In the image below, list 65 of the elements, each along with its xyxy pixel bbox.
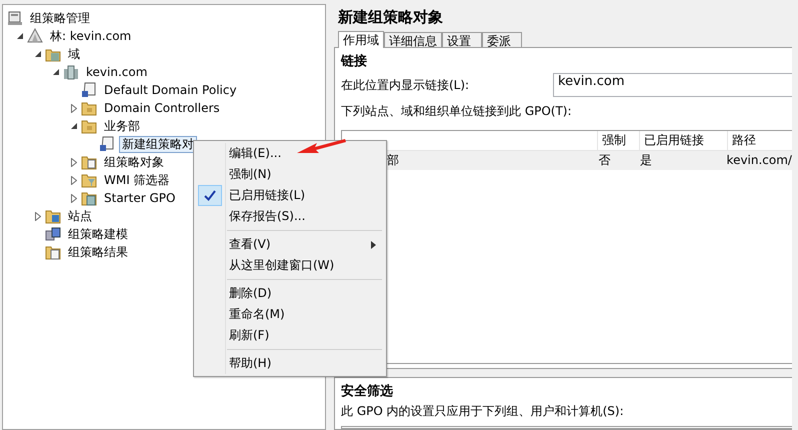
tree-item[interactable]: 组策略建模 bbox=[65, 226, 131, 242]
folder-icon bbox=[81, 172, 97, 188]
scroll-icon bbox=[81, 82, 97, 98]
tree-item[interactable]: kevin.com bbox=[83, 64, 150, 80]
tree-item[interactable]: 组策略对象 bbox=[101, 154, 167, 170]
expand-icon[interactable] bbox=[71, 194, 77, 202]
server-icon bbox=[63, 64, 79, 80]
tree-item[interactable]: 域 bbox=[65, 46, 83, 62]
menu-item[interactable]: 帮助(H) bbox=[196, 353, 384, 374]
menu-item[interactable]: 编辑(E)... bbox=[196, 143, 384, 164]
tree-item[interactable]: 业务部 bbox=[101, 118, 143, 134]
column-header[interactable]: 已启用链接 bbox=[640, 131, 728, 150]
console-icon bbox=[7, 10, 23, 26]
collapse-icon[interactable] bbox=[70, 122, 78, 130]
tree-item[interactable]: 林: kevin.com bbox=[47, 28, 134, 44]
collapse-icon[interactable] bbox=[52, 68, 60, 76]
table-cell-text: kevin.com/ bbox=[726, 152, 792, 169]
tree-item[interactable]: 新建组策略对 bbox=[119, 136, 197, 152]
triangle-icon bbox=[27, 28, 43, 44]
tab[interactable]: 作用域 bbox=[338, 31, 384, 48]
expand-icon[interactable] bbox=[35, 212, 41, 220]
menu-item[interactable]: 删除(D) bbox=[196, 283, 384, 304]
tree-item[interactable]: Starter GPO bbox=[101, 190, 178, 206]
table-cell-text: 部 bbox=[386, 152, 400, 169]
menu-item[interactable]: 已启用链接(L) bbox=[196, 185, 384, 206]
computer-icon bbox=[45, 226, 61, 242]
menu-item[interactable]: 重命名(M) bbox=[196, 304, 384, 325]
menu-item[interactable]: 保存报告(S)... bbox=[196, 206, 384, 227]
collapse-icon[interactable] bbox=[16, 32, 24, 40]
collapse-icon[interactable] bbox=[34, 50, 42, 58]
tree-item[interactable]: 站点 bbox=[65, 208, 95, 224]
tree-item[interactable]: Domain Controllers bbox=[101, 100, 223, 116]
expand-icon[interactable] bbox=[71, 176, 77, 184]
menu-item[interactable]: 强制(N) bbox=[196, 164, 384, 185]
expand-icon[interactable] bbox=[71, 158, 77, 166]
section-heading: 安全筛选 bbox=[341, 382, 394, 401]
scroll-icon bbox=[99, 136, 115, 152]
folder-icon bbox=[45, 208, 61, 224]
table-cell-text: 否 bbox=[598, 152, 612, 169]
tree-item[interactable]: 组策略管理 bbox=[27, 10, 93, 26]
expand-icon[interactable] bbox=[71, 104, 77, 112]
menu-item[interactable]: 从这里创建窗口(W) bbox=[196, 255, 384, 276]
tree-item[interactable]: WMI 筛选器 bbox=[101, 172, 173, 188]
folder-icon bbox=[81, 190, 97, 206]
tree-item[interactable]: 组策略结果 bbox=[65, 244, 131, 260]
folder-icon bbox=[81, 100, 97, 116]
list-label: 此 GPO 内的设置只应用于下列组、用户和计算机(S): bbox=[341, 403, 625, 420]
list-label: 下列站点、域和组织单位链接到此 GPO(T): bbox=[341, 103, 573, 120]
security-list[interactable] bbox=[341, 426, 792, 429]
menu-item[interactable]: 刷新(F) bbox=[196, 325, 384, 346]
tree-item[interactable]: Default Domain Policy bbox=[101, 82, 240, 98]
tab[interactable]: 委派 bbox=[482, 32, 522, 47]
folder-icon bbox=[45, 244, 61, 260]
folder-icon bbox=[81, 118, 97, 134]
column-header[interactable]: 路径 bbox=[728, 131, 792, 150]
column-header[interactable]: 强制 bbox=[598, 131, 640, 150]
field-label: 在此位置内显示链接(L): bbox=[341, 76, 470, 94]
section-heading: 链接 bbox=[341, 52, 368, 71]
menu-item[interactable]: 查看(V) bbox=[196, 234, 384, 255]
table-cell-text: 是 bbox=[638, 152, 653, 169]
tab[interactable]: 详细信息 bbox=[384, 32, 442, 47]
details-title: 新建组策略对象 bbox=[336, 8, 444, 28]
tab[interactable]: 设置 bbox=[442, 32, 482, 47]
folder-icon bbox=[81, 154, 97, 170]
location-field[interactable]: kevin.com bbox=[553, 73, 792, 97]
